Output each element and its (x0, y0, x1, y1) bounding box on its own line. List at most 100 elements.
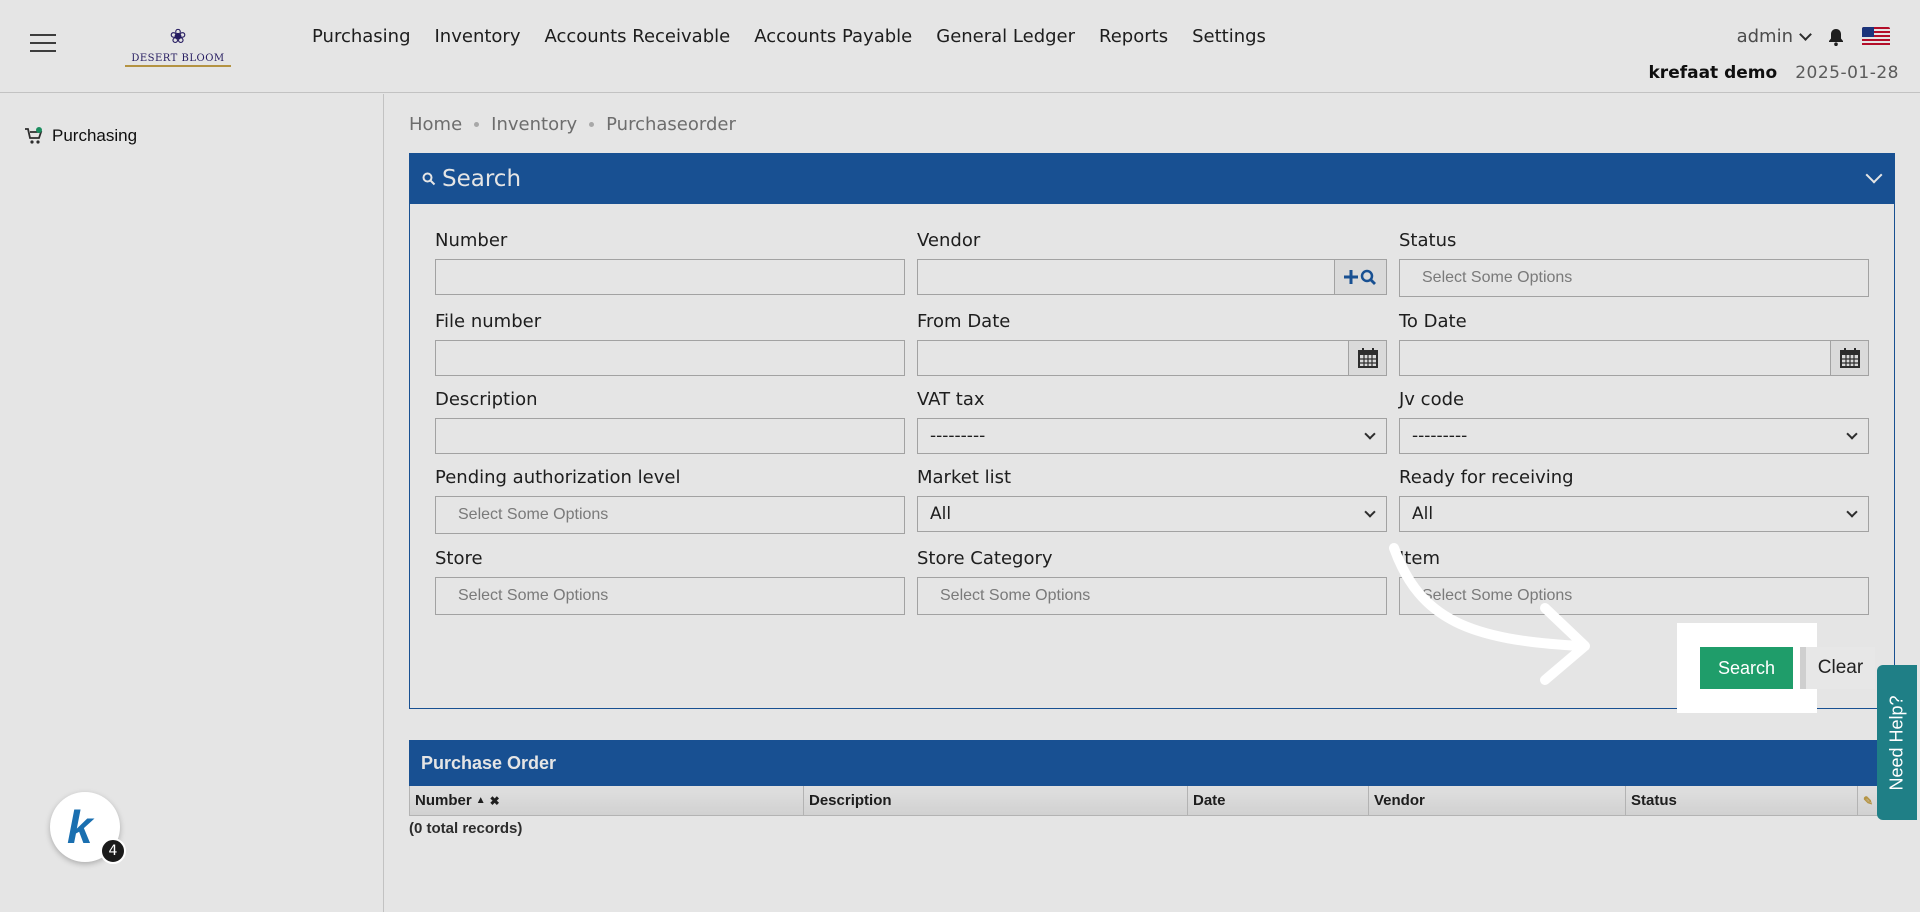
assistant-launcher[interactable]: k 4 (50, 792, 126, 864)
nav-general-ledger[interactable]: General Ledger (924, 26, 1087, 47)
column-description[interactable]: Description (804, 786, 1188, 815)
user-controls: admin (1737, 26, 1890, 47)
vat-tax-select[interactable]: --------- (917, 418, 1387, 454)
chevron-down-icon (1364, 506, 1376, 518)
file-number-input[interactable] (435, 340, 905, 376)
store-label: Store (435, 548, 483, 569)
user-menu[interactable]: admin (1736, 26, 1812, 47)
ready-receiving-value: All (1412, 504, 1434, 524)
vat-tax-label: VAT tax (917, 389, 985, 410)
flower-icon: ❀ (169, 24, 187, 48)
remove-sort-icon[interactable]: ✖ (490, 794, 500, 808)
company-name: krefaat demo (1648, 63, 1778, 83)
chevron-down-icon[interactable] (1865, 166, 1883, 184)
pending-auth-placeholder: Select Some Options (458, 506, 609, 523)
jv-code-label: Jv code (1399, 389, 1465, 410)
status-label: Status (1399, 230, 1457, 251)
need-help-tab[interactable]: Need Help? (1877, 665, 1917, 820)
bell-icon[interactable] (1826, 27, 1846, 47)
search-panel-title: Search (442, 166, 522, 192)
vat-tax-value: --------- (930, 426, 986, 446)
pending-auth-label: Pending authorization level (435, 467, 681, 488)
nav-accounts-payable[interactable]: Accounts Payable (742, 26, 924, 47)
main-nav: Purchasing Inventory Accounts Receivable… (300, 26, 1278, 47)
chevron-down-icon (1846, 506, 1858, 518)
jv-code-value: --------- (1412, 426, 1468, 446)
nav-accounts-receivable[interactable]: Accounts Receivable (532, 26, 742, 47)
sidebar-item-label: Purchasing (52, 126, 138, 145)
store-multiselect[interactable]: Select Some Options (435, 577, 905, 615)
search-icon (422, 172, 436, 186)
breadcrumb-home[interactable]: Home (409, 114, 462, 135)
chevron-down-icon (1364, 428, 1376, 440)
breadcrumb-purchaseorder: Purchaseorder (606, 114, 736, 135)
nav-inventory[interactable]: Inventory (423, 26, 533, 47)
calendar-icon (1357, 348, 1378, 368)
clear-button[interactable]: Clear (1800, 647, 1875, 689)
breadcrumb-separator (589, 122, 595, 127)
search-panel-header[interactable]: Search (410, 154, 1894, 204)
item-label: Item (1399, 548, 1440, 569)
breadcrumb-inventory[interactable]: Inventory (491, 114, 577, 135)
results-title: Purchase Order (409, 740, 1895, 786)
store-placeholder: Select Some Options (458, 587, 609, 604)
market-list-value: All (930, 504, 952, 524)
nav-reports[interactable]: Reports (1087, 26, 1180, 47)
breadcrumb-separator (474, 122, 480, 127)
current-date: 2025-01-28 (1795, 63, 1899, 83)
status-multiselect[interactable]: Select Some Options (1399, 259, 1869, 297)
store-category-label: Store Category (917, 548, 1053, 569)
from-date-label: From Date (917, 311, 1011, 332)
from-date-picker[interactable] (1348, 341, 1386, 375)
pencil-icon: ✎ (1863, 793, 1874, 808)
k-logo-icon: k (67, 801, 93, 853)
menu-toggle-icon[interactable] (30, 34, 56, 54)
results-panel: Purchase Order Number ▲ ✖ Description Da… (409, 740, 1895, 837)
search-button[interactable]: Search (1700, 647, 1793, 689)
file-number-label: File number (435, 311, 542, 332)
store-category-placeholder: Select Some Options (940, 587, 1091, 604)
sidebar-item-purchasing[interactable]: Purchasing (24, 126, 137, 146)
sidebar: Purchasing (0, 94, 384, 912)
us-flag-icon[interactable] (1862, 26, 1890, 47)
ready-receiving-label: Ready for receiving (1399, 467, 1574, 488)
item-multiselect[interactable]: Select Some Options (1399, 577, 1869, 615)
pending-auth-multiselect[interactable]: Select Some Options (435, 496, 905, 534)
cart-icon (25, 127, 43, 144)
status-placeholder: Select Some Options (1422, 269, 1573, 286)
to-date-label: To Date (1399, 311, 1467, 332)
chevron-down-icon (1799, 27, 1812, 41)
ready-receiving-select[interactable]: All (1399, 496, 1869, 532)
vendor-lookup-button[interactable] (1334, 260, 1386, 294)
vendor-label: Vendor (917, 230, 981, 251)
chevron-down-icon (1846, 428, 1858, 440)
to-date-input[interactable] (1399, 340, 1869, 376)
column-date[interactable]: Date (1188, 786, 1369, 815)
item-placeholder: Select Some Options (1422, 587, 1573, 604)
company-logo[interactable]: ❀ DESERT BLOOM (108, 24, 248, 67)
column-status[interactable]: Status (1626, 786, 1858, 815)
description-label: Description (435, 389, 538, 410)
from-date-input[interactable] (917, 340, 1387, 376)
nav-purchasing[interactable]: Purchasing (300, 26, 423, 47)
to-date-picker[interactable] (1830, 341, 1868, 375)
notification-count: 4 (100, 838, 126, 864)
user-name: admin (1736, 26, 1793, 47)
user-meta: krefaat demo 2025-01-28 (1649, 63, 1900, 83)
description-input[interactable] (435, 418, 905, 454)
market-list-select[interactable]: All (917, 496, 1387, 532)
results-table-header: Number ▲ ✖ Description Date Vendor Statu… (409, 786, 1895, 816)
market-list-label: Market list (917, 467, 1012, 488)
total-records: (0 total records) (409, 820, 523, 837)
plus-search-icon (1343, 269, 1376, 285)
number-input[interactable] (435, 259, 905, 295)
store-category-multiselect[interactable]: Select Some Options (917, 577, 1387, 615)
column-vendor[interactable]: Vendor (1369, 786, 1626, 815)
top-header: ❀ DESERT BLOOM Purchasing Inventory Acco… (0, 0, 1920, 93)
number-label: Number (435, 230, 508, 251)
nav-settings[interactable]: Settings (1180, 26, 1278, 47)
column-number[interactable]: Number ▲ ✖ (410, 786, 804, 815)
jv-code-select[interactable]: --------- (1399, 418, 1869, 454)
sort-asc-icon[interactable]: ▲ (476, 795, 486, 806)
vendor-input[interactable] (917, 259, 1387, 295)
